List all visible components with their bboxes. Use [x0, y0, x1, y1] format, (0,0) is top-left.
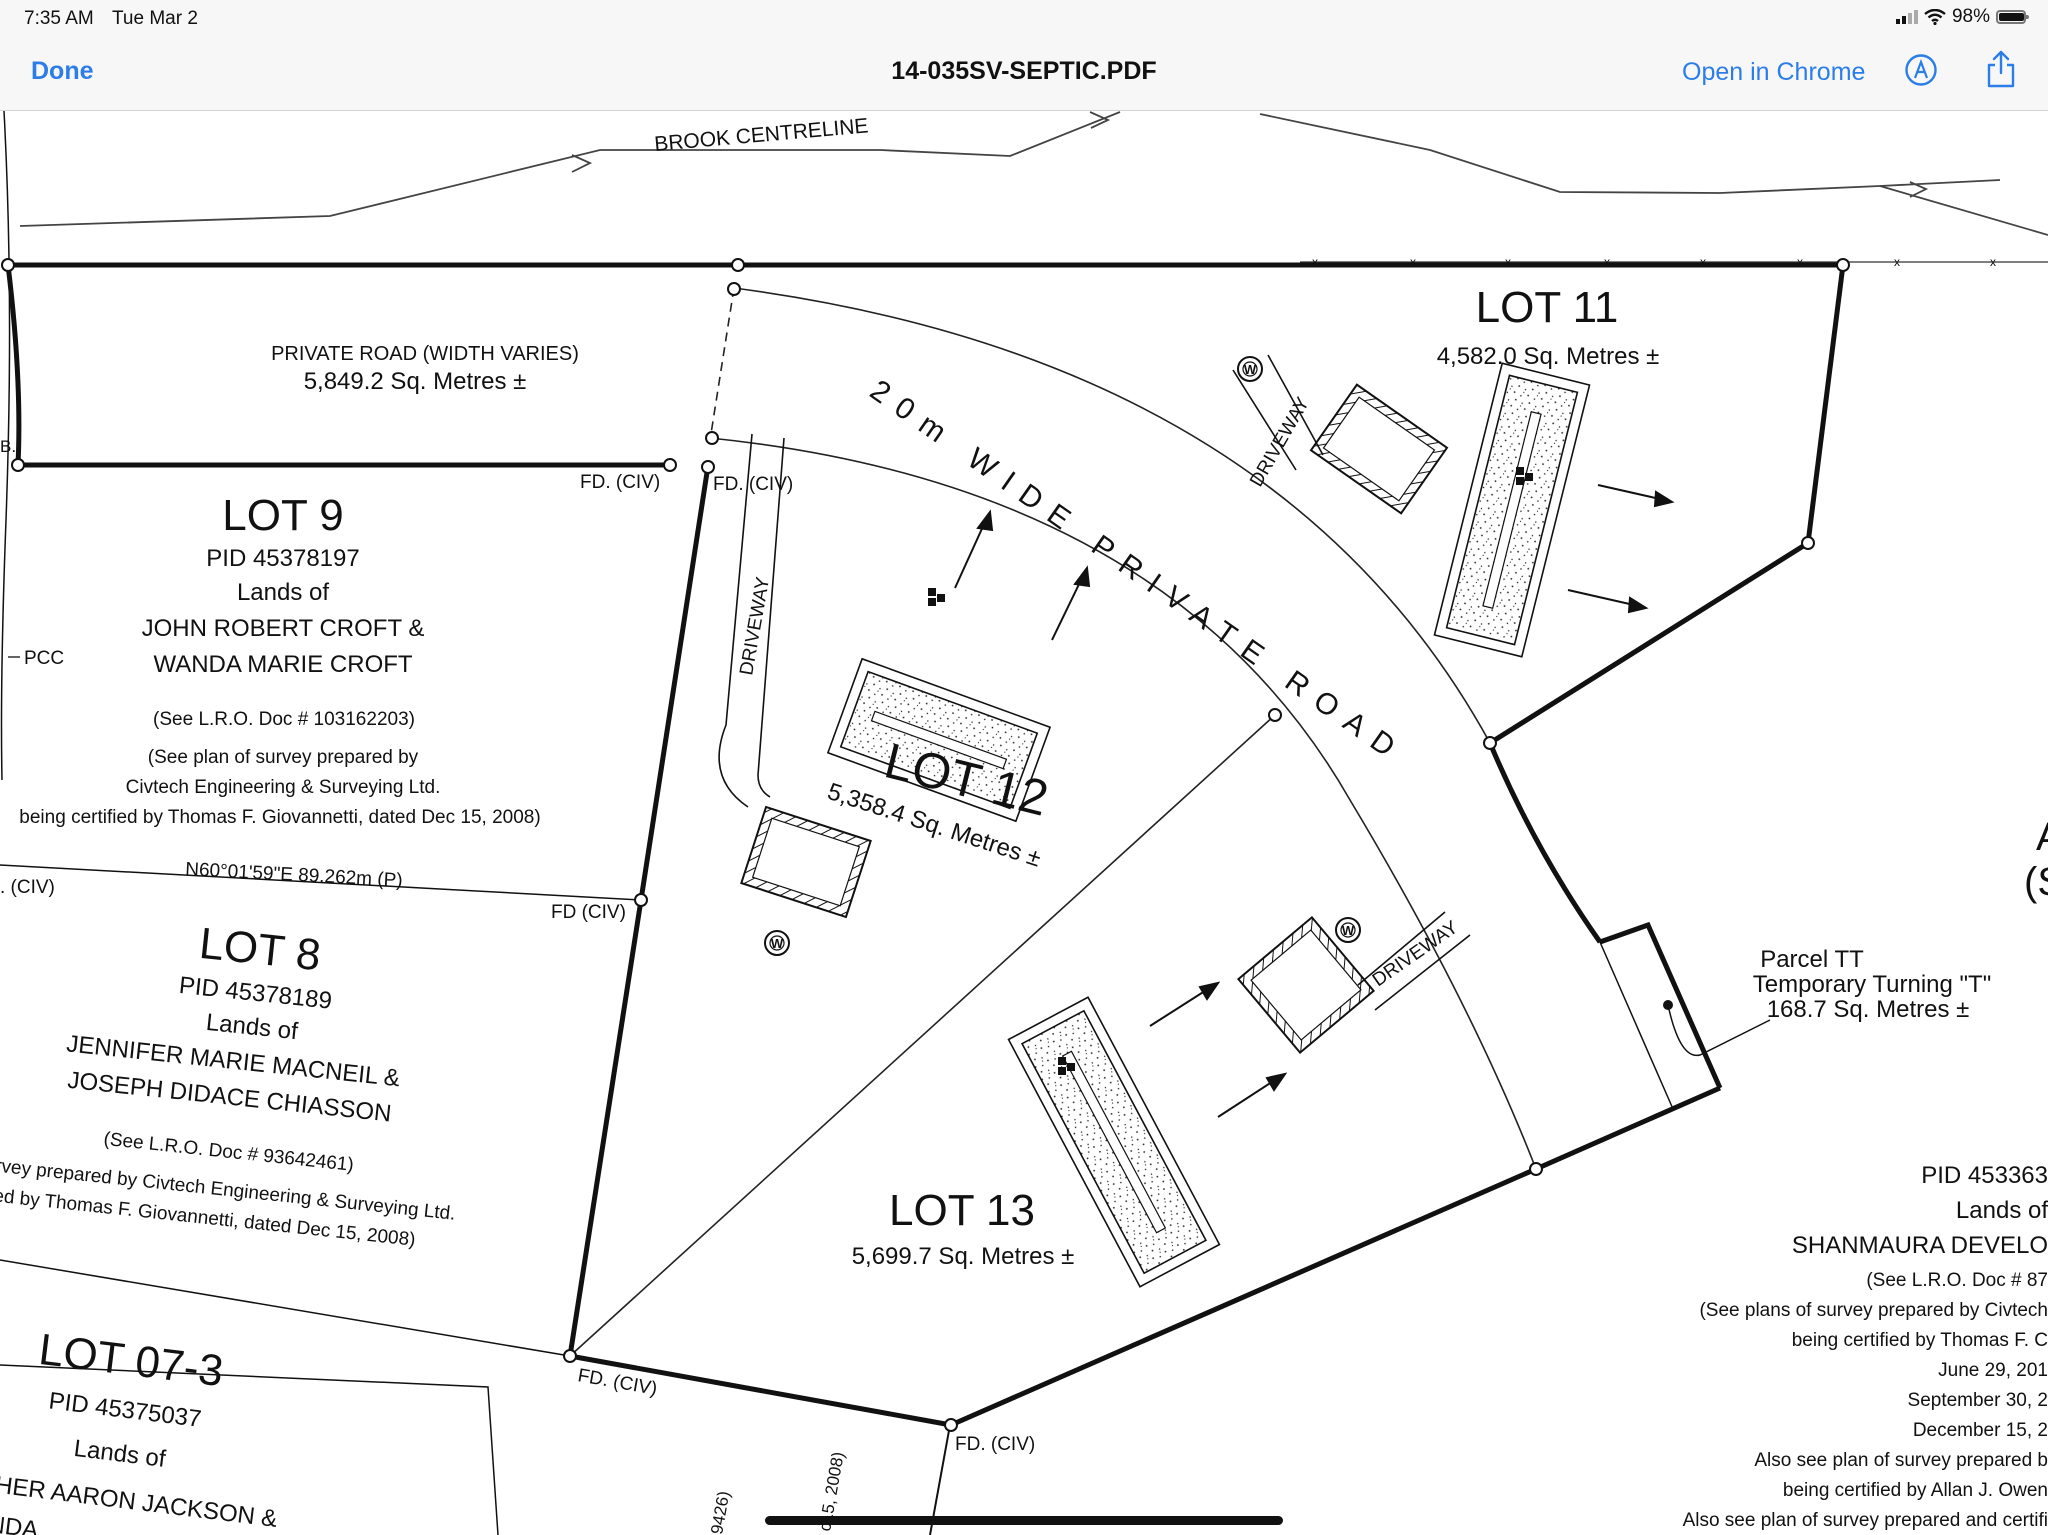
private-road-label: PRIVATE ROAD (WIDTH VARIES) [271, 343, 579, 365]
lot9-plan2: Civtech Engineering & Surveying Ltd. [126, 777, 441, 798]
marker-fd-civ-e: FD. (CIV) [955, 1434, 1035, 1455]
right-lands-block: PID 453363 Lands of SHANMAURA DEVELO (Se… [1683, 1162, 2048, 1531]
lot9-owner2: WANDA MARIE CROFT [153, 651, 412, 678]
lot13-name: LOT 13 [889, 1186, 1035, 1235]
marker-fd-civ-b: FD. (CIV) [713, 474, 793, 495]
lot07-owner1: OPHER AARON JACKSON & [0, 1467, 279, 1533]
open-in-chrome-button[interactable]: Open in Chrome [1682, 58, 1865, 87]
pdf-page-view[interactable]: BROOK CENTRELINE xxx xxx xx DRIVEWAY DRI… [0, 111, 2048, 1535]
right-cert2: being certified by Allan J. Owen [1783, 1480, 2048, 1501]
right-also1: Also see plan of survey prepared b [1754, 1450, 2048, 1471]
share-icon[interactable] [1984, 49, 2018, 89]
lot11-name: LOT 11 [1476, 283, 1619, 332]
lot9-name: LOT 9 [222, 491, 343, 540]
battery-fill [1999, 13, 2025, 21]
status-bar: 7:35 AM Tue Mar 2 98% [0, 0, 2048, 36]
lot9-block: LOT 9 PID 45378197 Lands of JOHN ROBERT … [19, 491, 540, 828]
status-date: Tue Mar 2 [112, 8, 198, 29]
right-lands-of: Lands of [1956, 1197, 2048, 1224]
b-fragment: B. [0, 437, 16, 456]
driveway-label-lot13: DRIVEWAY [1369, 917, 1463, 991]
private-road-area: 5,849.2 Sq. Metres ± [304, 368, 527, 395]
lot9-pid: PID 45378197 [206, 545, 359, 572]
markup-icon[interactable] [1904, 53, 1938, 87]
lot9-plan1: (See plan of survey prepared by [148, 747, 419, 768]
marker-fd-civ-c: FD (CIV) [551, 902, 626, 923]
lot8-name: LOT 8 [197, 919, 323, 980]
svg-text:x: x [1990, 255, 1996, 269]
lot07-block: LOT 07-3 PID 45375037 Lands of OPHER AAR… [0, 1325, 279, 1535]
edge-letter-a: A [2036, 815, 2048, 859]
survey-plan-drawing: BROOK CENTRELINE xxx xxx xx DRIVEWAY DRI… [0, 111, 2048, 1535]
lot07-name: LOT 07-3 [36, 1325, 226, 1396]
right-pid: PID 453363 [1921, 1162, 2048, 1189]
cellular-signal-icon [1895, 10, 1918, 24]
parcel-tt-area: 168.7 Sq. Metres ± [1767, 996, 1970, 1023]
pcc-label: PCC [24, 648, 64, 669]
right-cert: being certified by Thomas F. C [1792, 1330, 2048, 1351]
lot11-area: 4,582.0 Sq. Metres ± [1437, 343, 1660, 370]
wifi-icon [1924, 9, 1946, 25]
home-indicator[interactable] [765, 1516, 1283, 1525]
fragment-9426: 9426) [707, 1490, 733, 1535]
status-indicators: 98% [1895, 6, 2029, 28]
well-icon-lot13: W [1342, 923, 1355, 938]
parcel-tt-desc: Temporary Turning "T" [1753, 971, 1991, 998]
parcel-tt-leader [1667, 1004, 1771, 1057]
right-also2: Also see plan of survey prepared and cer… [1683, 1510, 2048, 1531]
lot07-pid: PID 45375037 [47, 1387, 203, 1433]
parcel-tt-name: Parcel TT [1760, 946, 1864, 973]
right-plans: (See plans of survey prepared by Civtech [1699, 1300, 2048, 1321]
bearing-label: N60°01'59"E 89.262m (P) [185, 859, 403, 891]
driveway-label-lot12: DRIVEWAY [736, 575, 774, 677]
lot13-area: 5,699.7 Sq. Metres ± [852, 1243, 1075, 1270]
well-icon-lot11: W [1244, 362, 1257, 377]
lot9-plan3: being certified by Thomas F. Giovannetti… [19, 807, 540, 828]
lot9-doc: (See L.R.O. Doc # 103162203) [153, 709, 415, 730]
well-icon-lot12: W [771, 936, 784, 951]
pdf-nav-bar: Done 14-035SV-SEPTIC.PDF Open in Chrome [0, 36, 2048, 111]
lot9-owner1: JOHN ROBERT CROFT & [142, 615, 425, 642]
edge-letter-s: (S [2024, 860, 2048, 904]
status-time: 7:35 AM [24, 8, 94, 29]
lot8-block: LOT 8 PID 45378189 Lands of JENNIFER MAR… [0, 919, 456, 1251]
lot8-lands-of: Lands of [205, 1009, 300, 1046]
battery-percent: 98% [1951, 6, 1990, 27]
parcel-tt-block: Parcel TT Temporary Turning "T" 168.7 Sq… [1753, 946, 1991, 1023]
right-date1: June 29, 201 [1938, 1360, 2048, 1381]
marker-fd-civ-a: FD. (CIV) [580, 472, 660, 493]
lot9-lands-of: Lands of [237, 579, 329, 606]
lot07-owner2: ANDA [0, 1509, 40, 1535]
right-owner: SHANMAURA DEVELO [1792, 1232, 2048, 1259]
right-date3: December 15, 2 [1913, 1420, 2048, 1441]
right-date2: September 30, 2 [1908, 1390, 2048, 1411]
marker-civ-fragment: . (CIV) [0, 877, 55, 898]
battery-icon [1996, 10, 2029, 24]
brook-centreline: BROOK CENTRELINE [19, 111, 2048, 236]
svg-text:x: x [1894, 255, 1900, 269]
lot8-doc: (See L.R.O. Doc # 93642461) [103, 1129, 355, 1176]
lot07-lands-of: Lands of [72, 1435, 167, 1473]
right-doc: (See L.R.O. Doc # 87 [1866, 1270, 2048, 1291]
